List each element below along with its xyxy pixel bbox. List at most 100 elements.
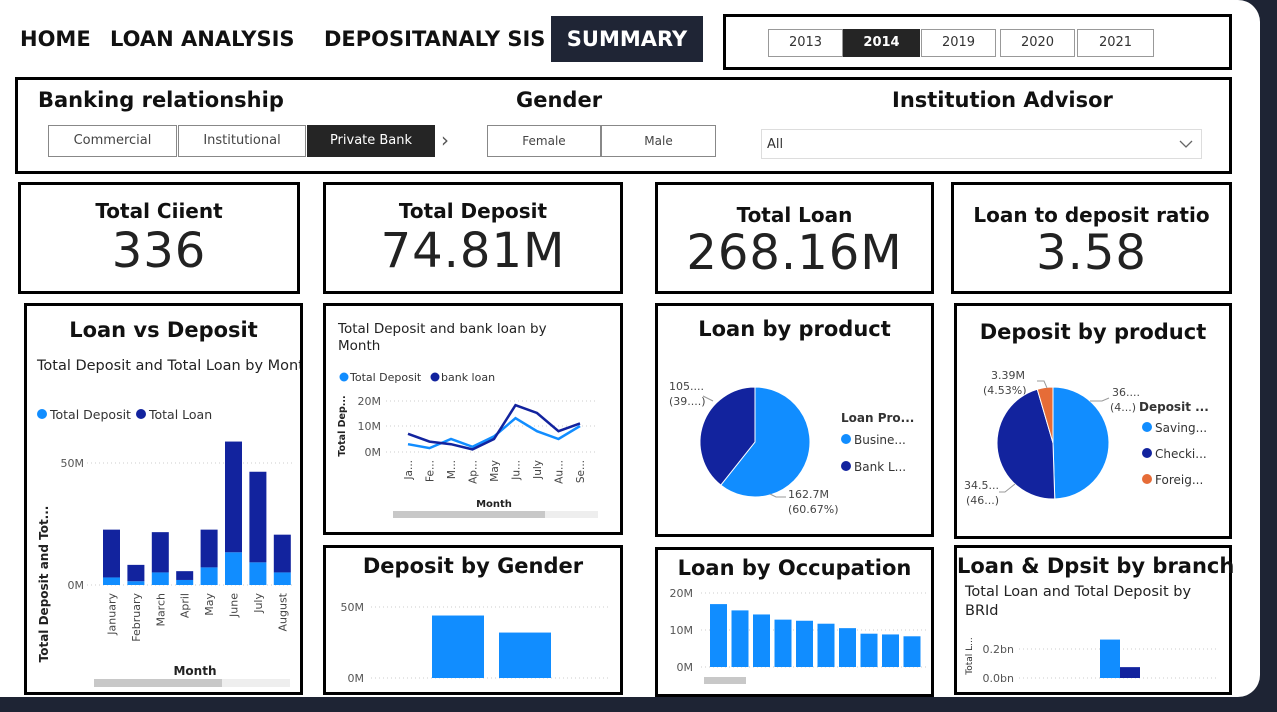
- bar-total-loan[interactable]: [273, 534, 291, 573]
- slice-label-pct: (39....): [669, 395, 706, 408]
- pie-slice-saving[interactable]: [1052, 386, 1110, 500]
- bar-loan-occupation[interactable]: [817, 623, 835, 667]
- bar-loan-occupation[interactable]: [860, 633, 878, 667]
- advisor-dropdown[interactable]: All: [761, 129, 1202, 159]
- x-tick-label: March: [154, 593, 167, 627]
- card-loan-deposit-by-branch: Loan & Dpsit by branch Total Loan and To…: [954, 545, 1234, 695]
- deposit-by-product-pie[interactable]: Deposit ... Saving... Checki... Foreig..…: [957, 306, 1229, 536]
- chevron-down-icon: [1179, 140, 1193, 148]
- bar-loan-occupation[interactable]: [903, 636, 921, 667]
- x-tick-label: January: [106, 593, 119, 636]
- kpi-label: Total Loan: [736, 203, 853, 227]
- y-tick-label: 0M: [365, 446, 382, 459]
- dashboard-background: HOME LOAN ANALYSIS DEPOSITANALY SIS SUMM…: [0, 0, 1277, 712]
- leader-line: [1090, 397, 1110, 402]
- year-button-2014[interactable]: 2014: [843, 29, 920, 57]
- y-tick-label: 10M: [670, 624, 694, 637]
- scrollbar-thumb[interactable]: [704, 677, 746, 684]
- legend-label-business: Busine...: [854, 433, 906, 447]
- bar-total-deposit[interactable]: [249, 562, 267, 585]
- y-tick-label: 20M: [670, 587, 694, 600]
- legend-title: Loan Pro...: [841, 411, 914, 425]
- loan-deposit-by-branch-chart[interactable]: Total Loan and Total Deposit by BRId Tot…: [957, 548, 1229, 692]
- slicer-commercial[interactable]: Commercial: [48, 125, 177, 157]
- chart-title-line1: Total Loan and Total Deposit by: [964, 584, 1191, 600]
- bar-total-deposit[interactable]: [273, 572, 291, 585]
- year-button-2021[interactable]: 2021: [1077, 29, 1154, 57]
- bar-loan-occupation[interactable]: [774, 619, 792, 667]
- slicer-private-bank[interactable]: Private Bank: [307, 125, 435, 157]
- loan-by-product-pie[interactable]: Loan Pro... Busine... Bank L... 162.7M (…: [658, 306, 931, 534]
- legend-dot-saving: [1142, 422, 1152, 432]
- y-tick-label: 10M: [358, 420, 382, 433]
- bar-total-loan[interactable]: [103, 529, 120, 578]
- card-deposit-by-product: Deposit by product Deposit ... Saving...…: [954, 303, 1232, 539]
- nav-loan-analysis[interactable]: LOAN ANALYSIS: [110, 16, 295, 62]
- year-button-2020[interactable]: 2020: [1000, 29, 1075, 57]
- x-tick-label: August: [276, 592, 289, 631]
- nav-deposit-analysis[interactable]: DEPOSITANALY SIS: [324, 16, 545, 62]
- bar-total-deposit[interactable]: [103, 577, 120, 585]
- chevron-right-icon[interactable]: ›: [441, 128, 449, 152]
- slicer-institutional[interactable]: Institutional: [178, 125, 306, 157]
- line-bank-loan[interactable]: [407, 403, 581, 451]
- x-tick-label: Fe...: [425, 460, 437, 482]
- bar-total-deposit[interactable]: [1120, 667, 1140, 678]
- card-loan-by-product: Loan by product Loan Pro... Busine... Ba…: [655, 303, 934, 537]
- report-canvas: HOME LOAN ANALYSIS DEPOSITANALY SIS SUMM…: [0, 0, 1260, 697]
- bar-loan-occupation[interactable]: [753, 614, 770, 667]
- bar-total-loan[interactable]: [200, 529, 218, 568]
- legend-label-bankloan: Bank L...: [854, 460, 906, 474]
- line-total-deposit[interactable]: [407, 416, 581, 450]
- year-button-2019[interactable]: 2019: [921, 29, 996, 57]
- x-tick-label: February: [130, 593, 143, 642]
- x-axis-label: Month: [476, 499, 512, 510]
- kpi-value: 3.58: [1036, 225, 1147, 281]
- nav-summary[interactable]: SUMMARY: [551, 16, 703, 62]
- scrollbar-thumb[interactable]: [94, 679, 222, 687]
- filter-panel: Banking relationship Commercial Institut…: [15, 77, 1232, 174]
- kpi-value: 268.16M: [686, 225, 903, 281]
- banking-relationship-title: Banking relationship: [38, 88, 284, 112]
- bar-loan-occupation[interactable]: [710, 604, 727, 667]
- bar-total-loan[interactable]: [151, 532, 169, 573]
- bar-total-deposit[interactable]: [200, 567, 218, 585]
- kpi-total-loan: Total Loan 268.16M: [655, 182, 934, 294]
- legend-label-bankloan: bank loan: [441, 371, 495, 384]
- legend-dot-business: [841, 434, 851, 444]
- bar-total-deposit[interactable]: [176, 579, 194, 585]
- bar-deposit-gender[interactable]: [499, 632, 551, 678]
- bar-loan-occupation[interactable]: [731, 610, 749, 667]
- loan-vs-deposit-chart[interactable]: Total Deposit and Total Loan by Month To…: [27, 306, 300, 692]
- bar-loan-occupation[interactable]: [839, 628, 856, 667]
- y-tick-label: 0M: [68, 579, 85, 592]
- bar-loan-occupation[interactable]: [882, 634, 899, 667]
- x-tick-label: June: [228, 593, 241, 618]
- x-tick-label: Au...: [554, 460, 566, 484]
- bar-total-loan[interactable]: [1100, 639, 1120, 678]
- nav-home[interactable]: HOME: [20, 16, 91, 62]
- bar-total-loan[interactable]: [225, 441, 242, 553]
- bar-total-deposit[interactable]: [225, 552, 242, 585]
- scrollbar-thumb[interactable]: [393, 511, 545, 518]
- slicer-female[interactable]: Female: [487, 125, 601, 157]
- bar-total-loan[interactable]: [127, 564, 145, 582]
- kpi-label: Total Deposit: [398, 199, 548, 223]
- y-axis-label: Total Deposit and Tot...: [37, 506, 51, 663]
- bar-total-deposit[interactable]: [127, 581, 145, 585]
- bar-deposit-gender[interactable]: [432, 615, 484, 678]
- legend-label-loan: Total Loan: [148, 407, 212, 422]
- loan-by-occupation-chart[interactable]: 20M 10M 0M: [658, 550, 931, 694]
- bar-total-loan[interactable]: [249, 471, 267, 563]
- deposit-bankloan-line-chart[interactable]: Total Deposit and bank loan by Month Tot…: [326, 306, 620, 532]
- slicer-male[interactable]: Male: [601, 125, 716, 157]
- year-button-2013[interactable]: 2013: [768, 29, 843, 57]
- legend-dot-bankloan: [430, 372, 440, 382]
- bar-total-deposit[interactable]: [151, 572, 169, 585]
- chart-title-line2: Month: [338, 338, 380, 354]
- y-tick-label: 50M: [61, 457, 85, 470]
- bar-loan-occupation[interactable]: [796, 620, 813, 667]
- card-loan-by-occupation: Loan by Occupation 20M 10M 0M: [655, 547, 934, 697]
- bar-total-loan[interactable]: [176, 571, 194, 580]
- deposit-by-gender-chart[interactable]: 50M 0M: [326, 548, 620, 692]
